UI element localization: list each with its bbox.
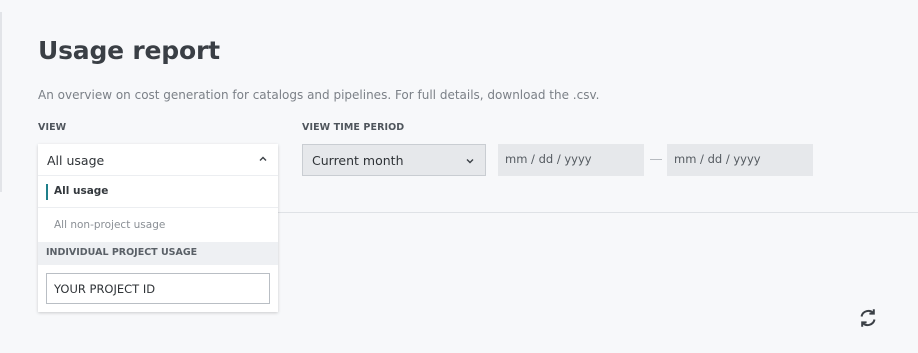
start-date-field[interactable]: mm / dd / yyyy (498, 144, 644, 176)
start-date-placeholder: mm / dd / yyyy (505, 152, 592, 166)
selected-indicator (46, 184, 48, 200)
view-selected-value: All usage (47, 153, 105, 168)
time-period-selected-value: Current month (312, 153, 404, 168)
end-date-placeholder: mm / dd / yyyy (674, 152, 761, 166)
chevron-down-icon (466, 159, 474, 164)
section-divider (278, 212, 918, 213)
page-subtitle: An overview on cost generation for catal… (38, 88, 600, 102)
usage-report-page: Usage report An overview on cost generat… (0, 0, 918, 353)
view-option-label: All non-project usage (54, 219, 166, 231)
end-date-field[interactable]: mm / dd / yyyy (667, 144, 813, 176)
view-option-non-project-usage[interactable]: All non-project usage (38, 208, 278, 242)
left-divider (0, 12, 2, 192)
view-option-label: All usage (54, 185, 109, 197)
view-label: VIEW (38, 122, 67, 133)
individual-project-usage-header: INDIVIDUAL PROJECT USAGE (38, 242, 278, 265)
view-dropdown: All usage All usage All non-project usag… (38, 144, 278, 312)
time-period-label: VIEW TIME PERIOD (302, 122, 405, 133)
time-period-select[interactable]: Current month (302, 144, 486, 176)
view-option-all-usage[interactable]: All usage (38, 176, 278, 208)
page-title: Usage report (38, 36, 220, 65)
project-id-input[interactable] (46, 273, 270, 304)
refresh-icon[interactable] (856, 306, 880, 330)
date-range-separator (650, 159, 662, 160)
chevron-up-icon (259, 156, 267, 161)
view-select[interactable]: All usage (38, 144, 278, 176)
group-header-label: INDIVIDUAL PROJECT USAGE (46, 247, 198, 258)
